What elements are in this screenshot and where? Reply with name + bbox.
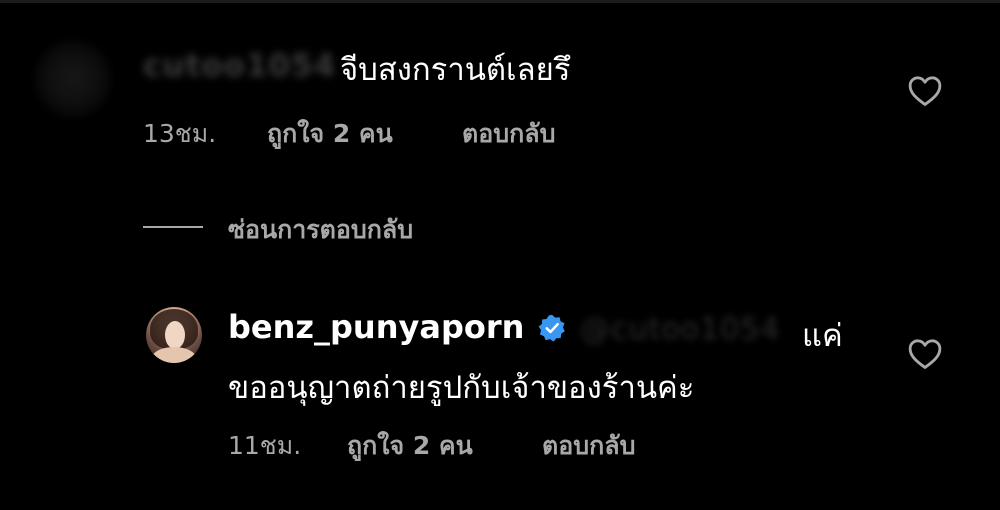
- top-divider: [0, 0, 1000, 3]
- heart-icon[interactable]: [908, 75, 942, 107]
- reply-button[interactable]: ตอบกลับ: [462, 114, 555, 154]
- comment-time: 11ชม.: [228, 431, 302, 460]
- heart-icon[interactable]: [908, 338, 942, 370]
- username-blurred[interactable]: cutoo1054: [143, 48, 336, 84]
- reply-button[interactable]: ตอบกลับ: [542, 426, 635, 466]
- avatar[interactable]: [146, 307, 202, 363]
- hide-replies-label[interactable]: ซ่อนการตอบกลับ: [228, 210, 413, 250]
- likes-count-link[interactable]: ถูกใจ 2 คน: [267, 114, 393, 154]
- username[interactable]: benz_punyaporn: [228, 308, 524, 346]
- likes-count-link[interactable]: ถูกใจ 2 คน: [347, 426, 473, 466]
- comment-text: จีบสงกรานต์เลยรึ: [340, 52, 571, 88]
- avatar-blurred[interactable]: [34, 40, 112, 118]
- mention-blurred[interactable]: @cutoo1054: [580, 312, 780, 347]
- comment-time: 13ชม.: [143, 119, 217, 148]
- verified-badge-icon: [538, 314, 565, 342]
- comment-text-line2: ขออนุญาตถ่ายรูปกับเจ้าของร้านค่ะ: [228, 370, 695, 406]
- hide-replies-line: [143, 226, 203, 228]
- avatar-shoulder: [152, 347, 196, 363]
- avatar-face: [165, 321, 185, 349]
- comment-text-line1: แค่: [802, 318, 843, 354]
